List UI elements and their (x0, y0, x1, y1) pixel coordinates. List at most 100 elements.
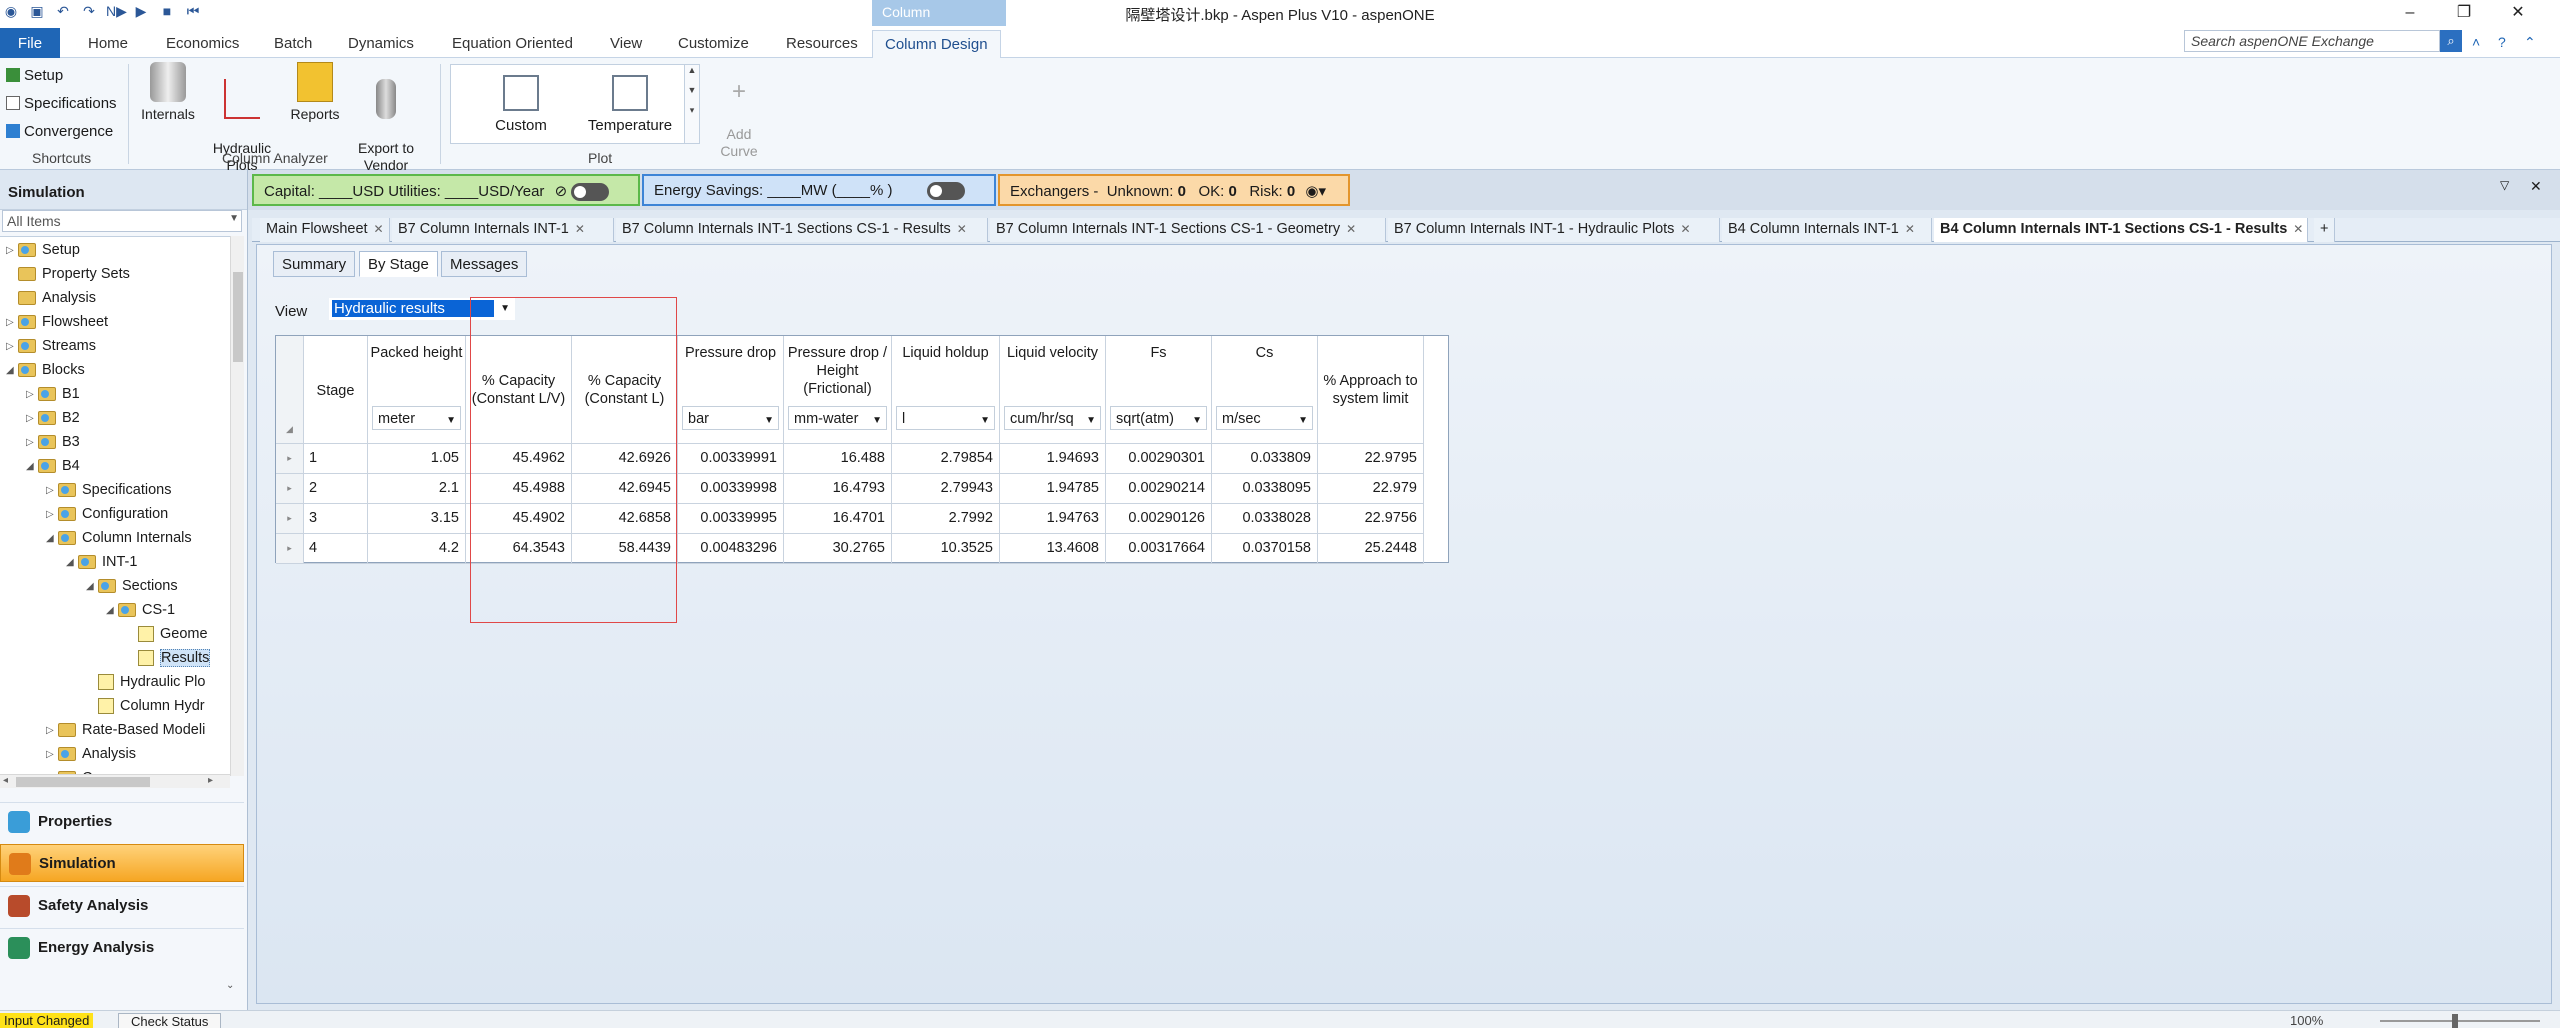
minimize-button[interactable]: – (2392, 2, 2428, 24)
table-cell[interactable]: 0.00483296 (678, 534, 784, 564)
table-cell[interactable]: 1 (304, 444, 368, 474)
table-cell[interactable]: 25.2448 (1318, 534, 1424, 564)
custom-plot-button[interactable]: Custom (471, 69, 571, 134)
expand-icon[interactable]: ◢ (6, 365, 18, 376)
table-cell[interactable]: 2 (304, 474, 368, 504)
tree-node[interactable]: Analysis (6, 287, 96, 309)
expand-icon[interactable]: ▷ (46, 509, 58, 520)
tree-node[interactable]: ▷ B3 (26, 431, 80, 453)
table-cell[interactable]: 1.05 (368, 444, 466, 474)
add-curve-button[interactable]: + Add Curve (712, 62, 766, 160)
exchange-search-input[interactable]: Search aspenONE Exchange (2184, 30, 2440, 52)
tree-node[interactable]: ◢ Blocks (6, 359, 85, 381)
tab-economics[interactable]: Economics (154, 30, 251, 58)
tree-node[interactable]: ◢ Sections (86, 575, 178, 597)
expand-icon[interactable]: ▷ (26, 413, 38, 424)
column-header[interactable]: % Capacity (Constant L/V) (466, 336, 572, 444)
nav-properties[interactable]: Properties (0, 802, 244, 840)
zoom-slider-thumb[interactable] (2452, 1014, 2458, 1028)
row-header[interactable]: ▸ (276, 474, 304, 504)
table-cell[interactable]: 22.979 (1318, 474, 1424, 504)
unit-select[interactable]: cum/hr/sq ▼ (1004, 406, 1101, 430)
table-cell[interactable]: 2.79854 (892, 444, 1000, 474)
tab-customize[interactable]: Customize (666, 30, 761, 58)
table-cell[interactable]: 3.15 (368, 504, 466, 534)
table-cell[interactable]: 1.94785 (1000, 474, 1106, 504)
tree-node[interactable]: ◢ INT-1 (66, 551, 137, 573)
document-tab[interactable]: Main Flowsheet ✕ (260, 218, 390, 242)
close-tab-icon[interactable]: ✕ (1905, 222, 1915, 236)
reports-button[interactable]: Reports (284, 62, 346, 123)
table-cell[interactable]: 2.79943 (892, 474, 1000, 504)
items-filter-select[interactable]: All Items ▼ (2, 210, 242, 232)
tab-batch[interactable]: Batch (262, 30, 324, 58)
tree-node[interactable]: ▷ Analysis (46, 743, 136, 765)
internals-button[interactable]: Internals (136, 62, 200, 123)
expand-icon[interactable]: ⌃ (2524, 34, 2536, 51)
nav-energy-analysis[interactable]: Energy Analysis (0, 928, 244, 966)
table-cell[interactable]: 0.00290126 (1106, 504, 1212, 534)
unit-select[interactable]: mm-water ▼ (788, 406, 887, 430)
new-tab-icon[interactable]: + (2314, 218, 2336, 242)
collapse-ribbon-icon[interactable]: ˄ (2472, 34, 2480, 50)
table-cell[interactable]: 42.6858 (572, 504, 678, 534)
column-header[interactable]: Liquid velocity cum/hr/sq ▼ (1000, 336, 1106, 444)
expand-icon[interactable]: ▷ (6, 245, 18, 256)
close-tab-icon[interactable]: ✕ (1680, 222, 1690, 236)
column-header[interactable]: Fs sqrt(atm) ▼ (1106, 336, 1212, 444)
table-cell[interactable]: 0.0338095 (1212, 474, 1318, 504)
unit-select[interactable]: l ▼ (896, 406, 995, 430)
exchanger-menu-icon[interactable]: ◉▾ (1305, 183, 1326, 200)
shortcut-specifications[interactable]: Specifications (6, 92, 117, 114)
table-cell[interactable]: 45.4988 (466, 474, 572, 504)
nav-safety-analysis[interactable]: Safety Analysis (0, 886, 244, 924)
column-header[interactable]: Pressure drop / Height (Frictional) mm-wa… (784, 336, 892, 444)
reset-icon[interactable]: ⏮ (184, 2, 202, 20)
table-cell[interactable]: 16.488 (784, 444, 892, 474)
expand-icon[interactable]: ◢ (26, 461, 38, 472)
table-cell[interactable]: 16.4793 (784, 474, 892, 504)
document-tab[interactable]: B7 Column Internals INT-1 Sections CS-1 … (616, 218, 988, 242)
expand-icon[interactable]: ▷ (26, 437, 38, 448)
panel-menu-icon[interactable]: ▽ (2500, 178, 2509, 192)
close-tab-icon[interactable]: ✕ (957, 222, 967, 236)
form-tab-messages[interactable]: Messages (441, 251, 528, 277)
shortcut-setup[interactable]: Setup (6, 64, 63, 86)
aspen-logo-icon[interactable]: ◉ (2, 2, 20, 20)
tab-resources[interactable]: Resources (774, 30, 870, 58)
tree-node[interactable]: ◢ CS-1 (106, 599, 175, 621)
table-cell[interactable]: 10.3525 (892, 534, 1000, 564)
expand-icon[interactable]: ▷ (6, 341, 18, 352)
tree-node[interactable]: ◢ Column Internals (46, 527, 192, 549)
table-cell[interactable]: 0.00339991 (678, 444, 784, 474)
table-cell[interactable]: 2.1 (368, 474, 466, 504)
tree-node[interactable]: Column Hydr (86, 695, 205, 717)
tree-node[interactable]: ◢ B4 (26, 455, 80, 477)
expand-icon[interactable]: ▷ (6, 317, 18, 328)
energy-savings-box[interactable]: Energy Savings: ____MW (____% ) (642, 174, 996, 206)
table-cell[interactable]: 1.94693 (1000, 444, 1106, 474)
tab-home[interactable]: Home (76, 30, 140, 58)
table-cell[interactable]: 0.00339998 (678, 474, 784, 504)
table-cell[interactable]: 4.2 (368, 534, 466, 564)
gallery-scroll[interactable]: ▲ ▼ ▾ (684, 64, 700, 144)
tree-node[interactable]: ▷ Streams (6, 335, 96, 357)
tab-equation-oriented[interactable]: Equation Oriented (440, 30, 585, 58)
expand-icon[interactable]: ▷ (46, 725, 58, 736)
next-icon[interactable]: N▶ (106, 2, 127, 20)
tab-dynamics[interactable]: Dynamics (336, 30, 426, 58)
column-header[interactable]: Liquid holdup l ▼ (892, 336, 1000, 444)
table-cell[interactable]: 64.3543 (466, 534, 572, 564)
close-tab-icon[interactable]: ✕ (575, 222, 585, 236)
tree-node[interactable]: ▷ Setup (6, 239, 80, 261)
close-tab-icon[interactable]: ✕ (1346, 222, 1356, 236)
save-icon[interactable]: ▣ (28, 2, 46, 20)
table-cell[interactable]: 45.4902 (466, 504, 572, 534)
tree-vertical-scrollbar[interactable] (230, 236, 244, 776)
expand-icon[interactable]: ◢ (46, 533, 58, 544)
tree-node[interactable]: ▷ Configuration (46, 503, 168, 525)
tree-node[interactable]: ▷ B2 (26, 407, 80, 429)
expand-icon[interactable]: ▷ (46, 749, 58, 760)
tree-node[interactable]: ▷ Flowsheet (6, 311, 108, 333)
redo-icon[interactable]: ↷ (80, 2, 98, 20)
